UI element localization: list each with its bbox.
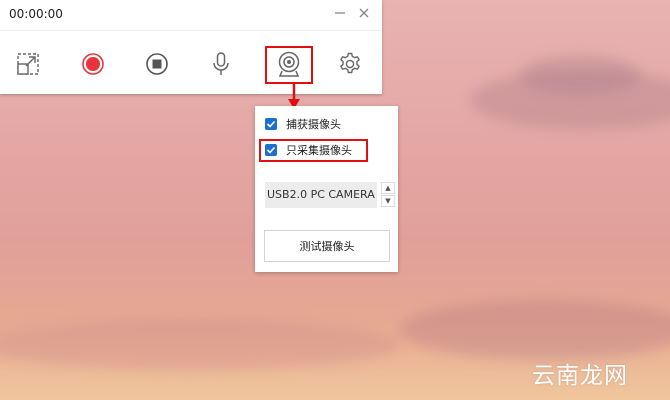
settings-button[interactable] bbox=[332, 46, 368, 82]
checkmark-icon bbox=[266, 120, 276, 128]
caret-down-icon: ▼ bbox=[385, 197, 391, 205]
camera-options-panel: 捕获摄像头 只采集摄像头 USB2.0 PC CAMERA ▲ ▼ 测试摄像头 bbox=[255, 106, 398, 272]
record-icon bbox=[82, 53, 104, 75]
gear-icon bbox=[340, 52, 360, 74]
resize-icon bbox=[17, 53, 39, 75]
cloud bbox=[520, 55, 640, 95]
divider bbox=[0, 30, 382, 31]
cloud bbox=[0, 320, 400, 370]
webcam-highlight-box bbox=[265, 46, 313, 84]
capture-camera-option[interactable]: 捕获摄像头 bbox=[265, 115, 341, 133]
spin-down-button[interactable]: ▼ bbox=[381, 195, 395, 207]
timer-display: 00:00:00 bbox=[9, 7, 63, 21]
camera-device-select[interactable]: USB2.0 PC CAMERA bbox=[265, 182, 377, 208]
capture-camera-checkbox[interactable] bbox=[265, 118, 277, 130]
camera-only-highlight-box bbox=[259, 139, 368, 162]
close-button[interactable] bbox=[357, 5, 371, 19]
capture-camera-label: 捕获摄像头 bbox=[286, 118, 341, 131]
stop-button[interactable] bbox=[139, 46, 175, 82]
stop-icon bbox=[146, 53, 168, 75]
test-camera-button[interactable]: 测试摄像头 bbox=[264, 230, 390, 262]
region-select-button[interactable] bbox=[10, 46, 46, 82]
cloud bbox=[400, 300, 670, 360]
caret-up-icon: ▲ bbox=[385, 184, 391, 192]
microphone-icon bbox=[213, 52, 229, 75]
microphone-button[interactable] bbox=[203, 46, 239, 82]
close-icon bbox=[359, 8, 369, 18]
minimize-icon bbox=[335, 12, 345, 14]
recorder-toolbar: 00:00:00 bbox=[0, 0, 382, 94]
watermark-text: 云南龙网 bbox=[532, 363, 628, 389]
record-button[interactable] bbox=[75, 46, 111, 82]
minimize-button[interactable] bbox=[333, 5, 347, 19]
spin-up-button[interactable]: ▲ bbox=[381, 182, 395, 194]
